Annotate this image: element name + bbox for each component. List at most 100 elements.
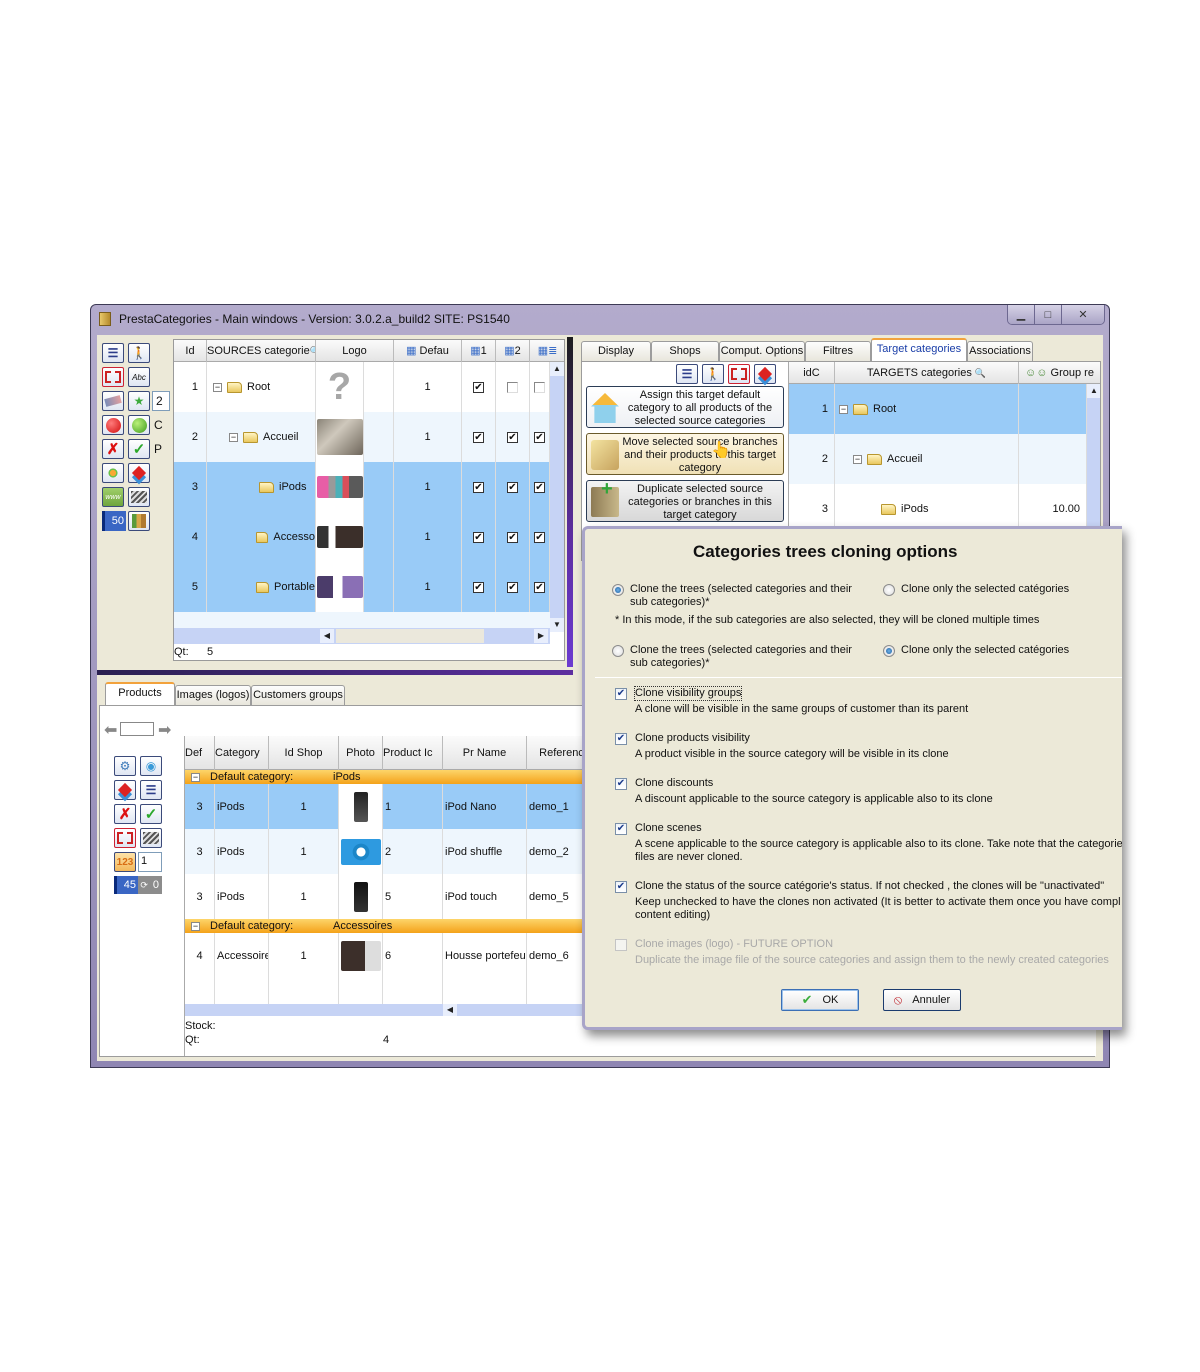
- col-photo[interactable]: Photo: [339, 736, 383, 770]
- eraser-button[interactable]: [102, 391, 124, 411]
- shop-checkbox[interactable]: ✔: [507, 431, 518, 443]
- clone-option-checkbox[interactable]: ✔: [615, 778, 627, 790]
- move-branches-button[interactable]: Move selected source branches and their …: [586, 433, 784, 475]
- tab-images-logos[interactable]: Images (logos): [175, 685, 251, 705]
- deactivate-button[interactable]: ✗: [102, 439, 124, 459]
- red-status-button[interactable]: [102, 415, 124, 435]
- shop-checkbox[interactable]: ✔: [473, 581, 484, 593]
- tab-filtres[interactable]: Filtres: [805, 341, 871, 361]
- source-row[interactable]: 1− Root? 1 ✔: [174, 362, 564, 412]
- scroll-down-arrow[interactable]: ▼: [550, 618, 564, 632]
- col-product-name[interactable]: Pr Name: [443, 736, 527, 770]
- shop-checkbox[interactable]: ✔: [473, 531, 484, 543]
- scroll-right-arrow[interactable]: ▶: [534, 629, 548, 643]
- collapse-icon[interactable]: −: [839, 404, 848, 414]
- col-shop-2[interactable]: ▦2: [496, 340, 530, 362]
- radio-clone-selected-1[interactable]: [883, 584, 895, 596]
- source-row[interactable]: 5 Portable 1 ✔ ✔ ✔: [174, 562, 564, 612]
- clone-option-label[interactable]: Clone visibility groups: [633, 686, 743, 701]
- shop-checkbox[interactable]: ✔: [507, 531, 518, 543]
- shop-checkbox[interactable]: ✔: [534, 531, 545, 543]
- shop-checkbox[interactable]: ✔: [473, 431, 484, 443]
- source-row[interactable]: 2 − Accueil 1 ✔ ✔ ✔: [174, 412, 564, 462]
- product-deactivate-button[interactable]: ✗: [114, 804, 136, 824]
- shop-checkbox[interactable]: ✔: [473, 481, 484, 493]
- col-id-shop[interactable]: Id Shop: [269, 736, 339, 770]
- tab-target-categories[interactable]: Target categories: [871, 338, 967, 361]
- clone-option-checkbox[interactable]: ✔: [615, 823, 627, 835]
- col-shop-3[interactable]: ▦≣: [530, 340, 564, 362]
- favorite-button[interactable]: ★: [128, 391, 150, 411]
- product-tree-button[interactable]: ☰: [140, 780, 162, 800]
- horizontal-splitter[interactable]: [97, 670, 573, 675]
- collapse-icon[interactable]: −: [191, 922, 200, 931]
- maximize-button[interactable]: □: [1035, 305, 1062, 324]
- radio-clone-trees-2[interactable]: [612, 645, 624, 657]
- tab-comput-options[interactable]: Comput. Options: [719, 341, 805, 361]
- vertical-splitter[interactable]: [567, 337, 573, 667]
- tab-associations[interactable]: Associations: [967, 341, 1033, 361]
- collapse-icon[interactable]: −: [191, 773, 200, 782]
- collapse-icon[interactable]: −: [853, 454, 862, 464]
- target-move-button[interactable]: [754, 364, 776, 384]
- source-row[interactable]: 3 iPods 1 ✔ ✔ ✔: [174, 462, 564, 512]
- shop-checkbox[interactable]: ✔: [507, 581, 518, 593]
- rename-button[interactable]: Abc: [128, 367, 150, 387]
- shop-checkbox[interactable]: ✔: [534, 581, 545, 593]
- select-area-button[interactable]: [102, 367, 124, 387]
- shop-checkbox[interactable]: [534, 381, 545, 393]
- level-input[interactable]: 2: [152, 391, 170, 411]
- clone-option-label[interactable]: Clone discounts: [635, 777, 713, 790]
- target-row[interactable]: 2 − Accueil: [789, 434, 1100, 484]
- source-vertical-scrollbar[interactable]: ▲ ▼: [550, 362, 564, 632]
- shop-checkbox[interactable]: ✔: [473, 381, 484, 393]
- people-button[interactable]: 🚶: [128, 343, 150, 363]
- product-select-button[interactable]: [114, 828, 136, 848]
- duplicate-categories-button[interactable]: + Duplicate selected source categories o…: [586, 479, 784, 522]
- clone-option-checkbox[interactable]: ✔: [615, 881, 627, 893]
- clone-option-label[interactable]: Clone scenes: [635, 822, 702, 835]
- col-idc[interactable]: idC: [789, 362, 835, 384]
- scroll-up-arrow[interactable]: ▲: [1087, 384, 1100, 398]
- shop-checkbox[interactable]: ✔: [534, 431, 545, 443]
- shop-checkbox[interactable]: ✔: [534, 481, 545, 493]
- radio-clone-selected-2[interactable]: [883, 645, 895, 657]
- quantity-input[interactable]: 1: [138, 852, 162, 872]
- search-icon[interactable]: 🔍: [975, 368, 986, 378]
- target-people-button[interactable]: 🚶: [702, 364, 724, 384]
- col-default[interactable]: ▦ Defau: [394, 340, 462, 362]
- clone-option-checkbox[interactable]: ✔: [615, 688, 627, 700]
- tab-display[interactable]: Display: [581, 341, 651, 361]
- tab-products[interactable]: Products: [105, 682, 175, 705]
- shop-checkbox[interactable]: [507, 381, 518, 393]
- tab-shops[interactable]: Shops: [651, 341, 719, 361]
- page-input[interactable]: [120, 722, 154, 736]
- preview-button[interactable]: ◉: [140, 756, 162, 776]
- next-arrow-icon[interactable]: ➡: [158, 720, 171, 740]
- green-status-button[interactable]: [128, 415, 150, 435]
- col-group[interactable]: ☺☺ Group re: [1019, 362, 1100, 384]
- scroll-left-arrow[interactable]: ◀: [320, 629, 334, 643]
- tab-customers-groups[interactable]: Customers groups: [251, 685, 345, 705]
- scroll-thumb[interactable]: [336, 629, 484, 643]
- settings-button[interactable]: ⚙: [114, 756, 136, 776]
- prev-arrow-icon[interactable]: ⬅: [104, 720, 117, 740]
- col-def[interactable]: Def: [185, 736, 215, 770]
- move-button[interactable]: [128, 463, 150, 483]
- source-horizontal-scrollbar[interactable]: ◀ ▶: [174, 628, 550, 644]
- col-target-categories[interactable]: TARGETS categories 🔍: [835, 362, 1019, 384]
- activate-button[interactable]: ✓: [128, 439, 150, 459]
- product-activate-button[interactable]: ✓: [140, 804, 162, 824]
- close-button[interactable]: ✕: [1062, 305, 1104, 324]
- col-product-id[interactable]: Product Ic: [383, 736, 443, 770]
- scroll-up-arrow[interactable]: ▲: [550, 362, 564, 376]
- radio-clone-trees-1[interactable]: [612, 584, 624, 596]
- keyboard-button[interactable]: [128, 487, 150, 507]
- col-logo[interactable]: Logo: [316, 340, 394, 362]
- stats-button[interactable]: [128, 511, 150, 531]
- target-tree-button[interactable]: ☰: [676, 364, 698, 384]
- collapse-icon[interactable]: −: [229, 432, 238, 442]
- col-category[interactable]: Category: [215, 736, 269, 770]
- target-select-button[interactable]: [728, 364, 750, 384]
- col-shop-1[interactable]: ▦1: [462, 340, 496, 362]
